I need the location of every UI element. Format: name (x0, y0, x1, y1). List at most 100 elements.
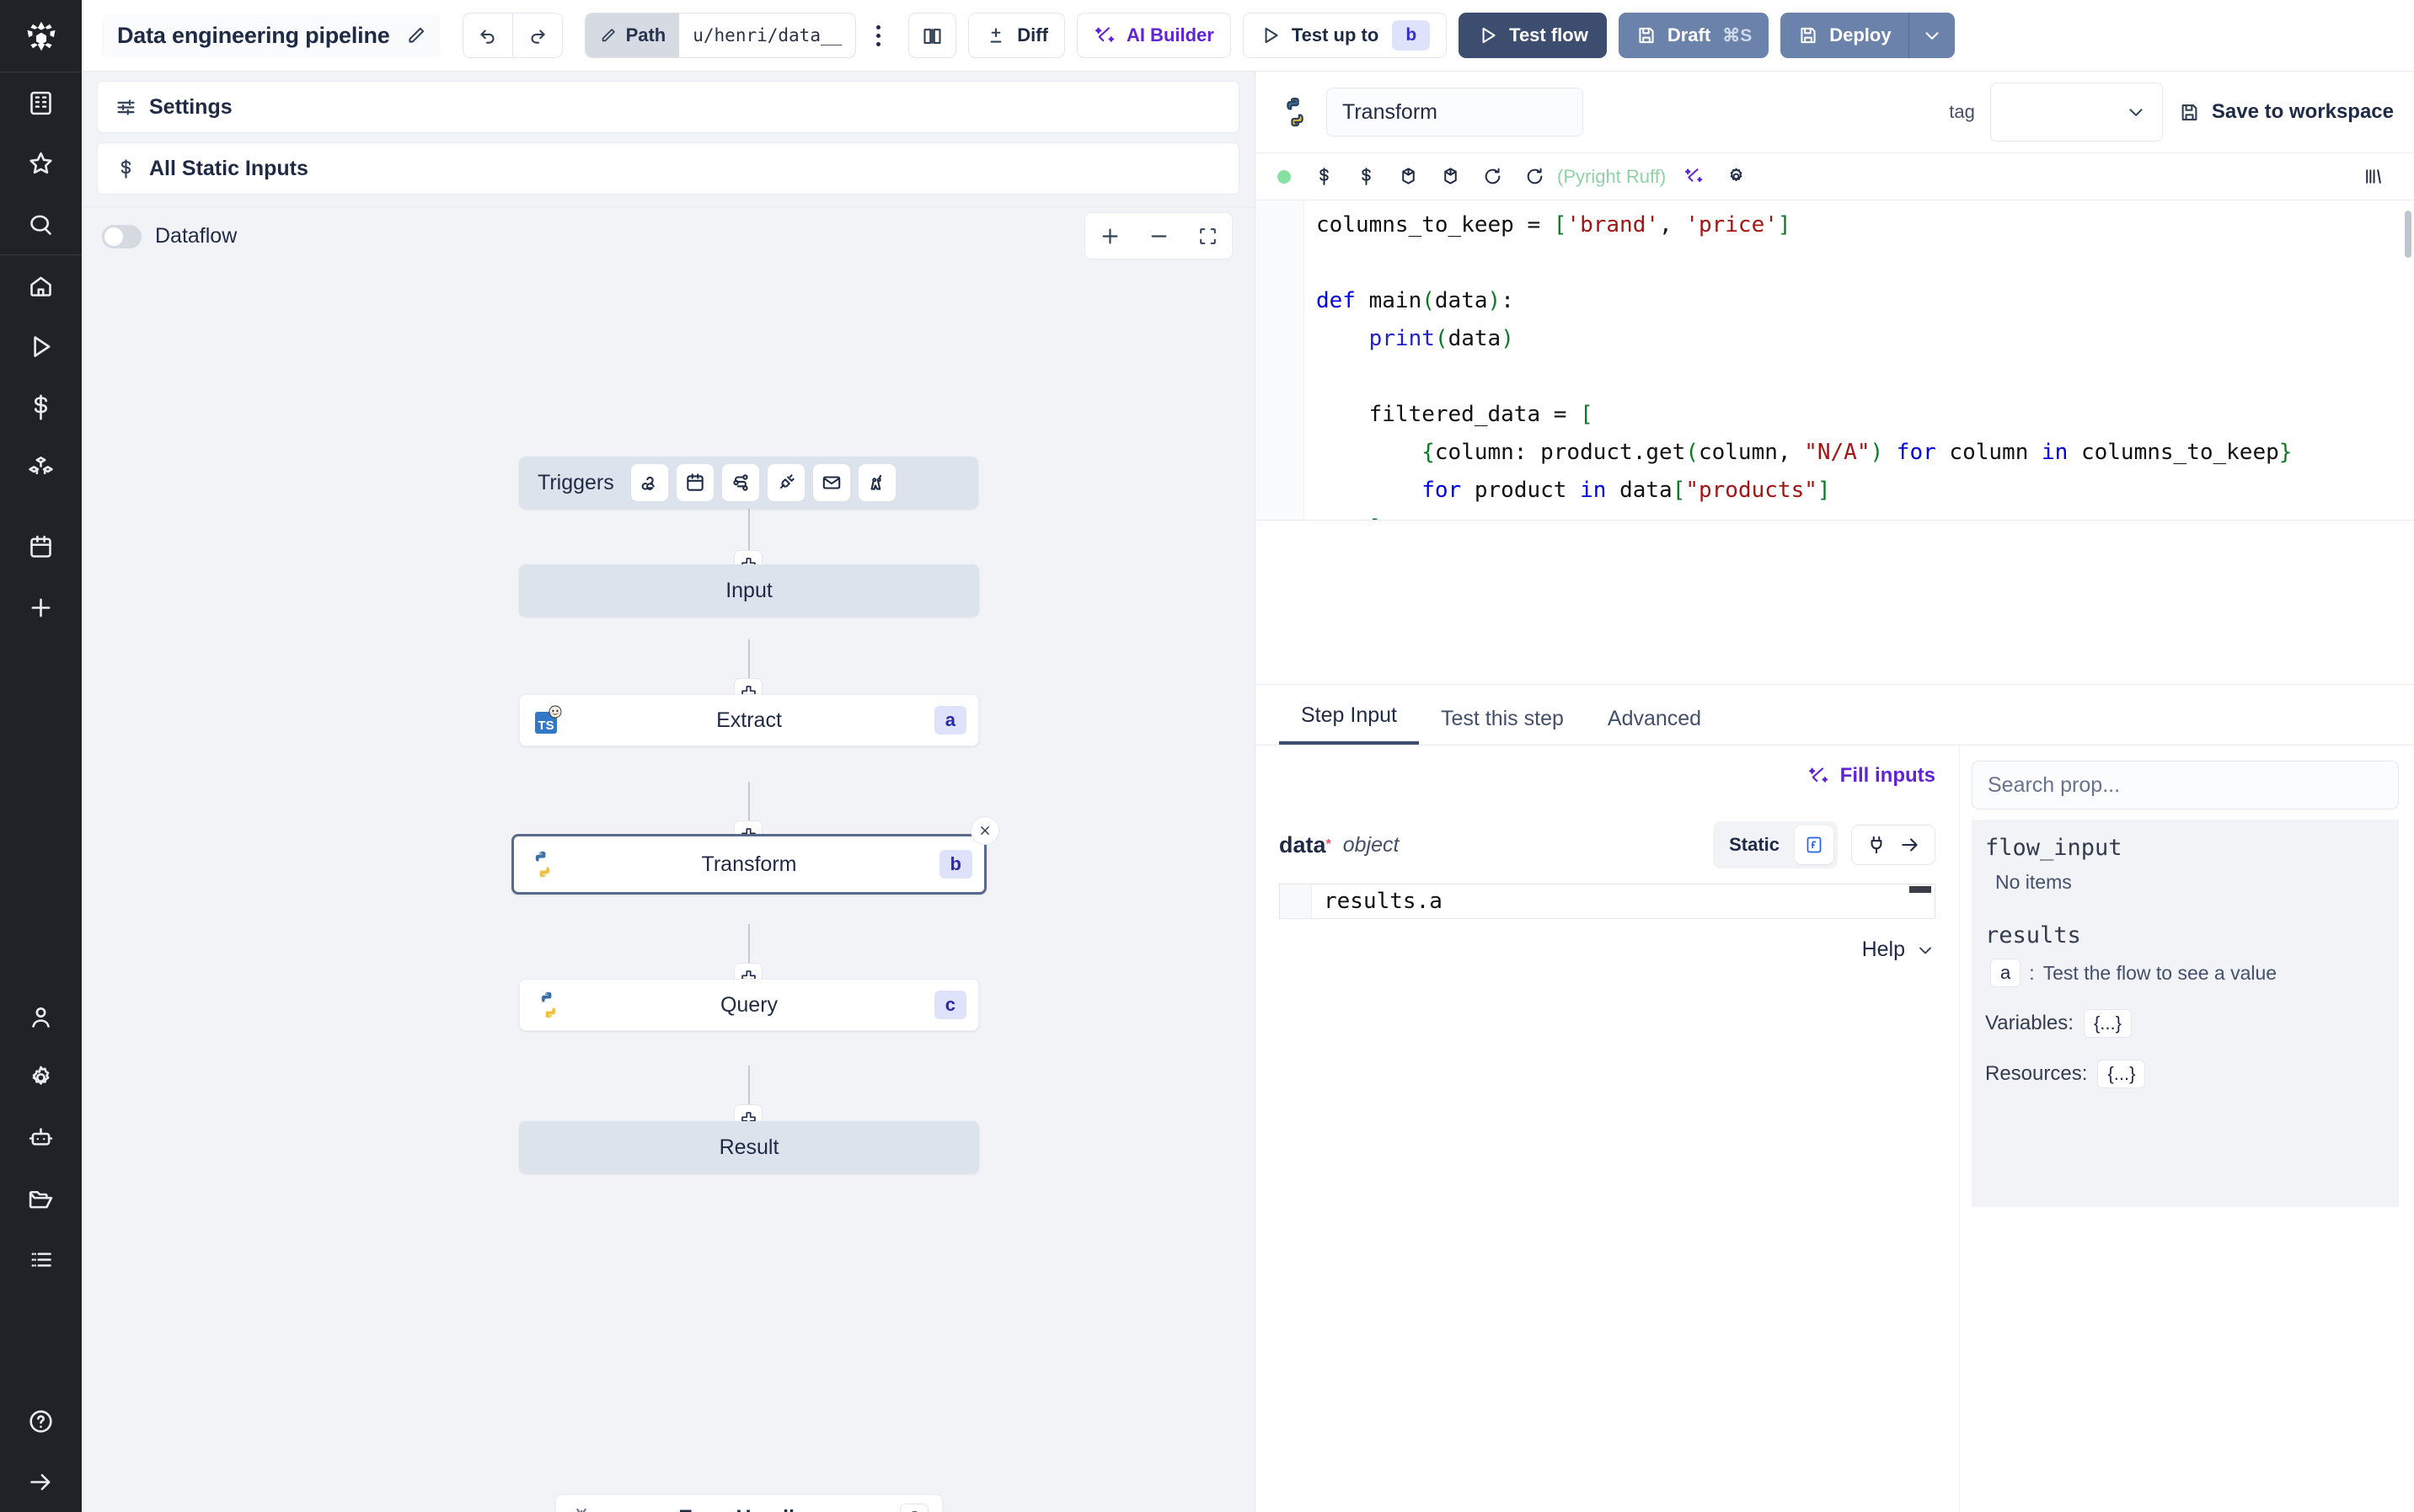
gear-icon[interactable] (1715, 157, 1757, 197)
sidebar-item-favorites[interactable] (0, 133, 82, 194)
refresh-icon[interactable] (1471, 157, 1513, 197)
editor-scrollbar[interactable] (2402, 200, 2414, 520)
websocket-plug-icon[interactable] (767, 464, 805, 501)
panel-layout-icon[interactable] (2352, 157, 2394, 197)
sidebar-item-home[interactable] (0, 255, 82, 316)
zoom-out-button[interactable] (1134, 213, 1183, 259)
sidebar-item-workspace[interactable] (0, 72, 82, 133)
deploy-dropdown-button[interactable] (1909, 13, 1955, 58)
webhook-icon[interactable] (630, 464, 668, 501)
resources-dollar-icon[interactable] (1345, 157, 1387, 197)
value-editor-gutter (1280, 884, 1312, 918)
save-to-workspace-button[interactable]: Save to workspace (2178, 100, 2394, 124)
tab-step-input[interactable]: Step Input (1279, 703, 1419, 745)
static-label[interactable]: Static (1717, 827, 1791, 863)
path-label-group[interactable]: Path (585, 13, 680, 57)
kebab-menu-icon (875, 24, 880, 46)
flow-node-query[interactable]: Query c (519, 979, 979, 1031)
ai-builder-button[interactable]: AI Builder (1076, 13, 1231, 58)
redo-button[interactable] (513, 13, 562, 57)
diff-button[interactable]: Diff (968, 13, 1065, 58)
dataflow-toggle[interactable] (102, 224, 142, 248)
props-group-flow-input[interactable]: flow_input (1985, 835, 2385, 861)
path-field[interactable]: Path u/henri/data_ (584, 13, 857, 58)
sidebar-item-account[interactable] (0, 986, 82, 1047)
props-variables-value[interactable]: {...} (2083, 1009, 2132, 1038)
value-editor-scrollbar[interactable] (1909, 886, 1931, 893)
sidebar-item-search[interactable] (0, 194, 82, 254)
fit-screen-button[interactable] (1183, 213, 1232, 259)
flow-node-tag: a (934, 706, 966, 735)
tab-test-this-step[interactable]: Test this step (1419, 707, 1586, 745)
more-options-button[interactable] (856, 13, 900, 57)
test-flow-button[interactable]: Test flow (1459, 13, 1607, 58)
flow-node-result[interactable]: Result (519, 1121, 979, 1173)
sidebar-item-folders[interactable] (0, 1168, 82, 1229)
poll-watch-icon[interactable] (858, 464, 896, 501)
sidebar-item-new[interactable] (0, 577, 82, 638)
argument-value-editor[interactable]: results.a (1279, 884, 1935, 919)
pencil-icon[interactable] (405, 24, 427, 46)
help-toggle[interactable]: Help (1862, 938, 1935, 962)
path-input[interactable]: u/henri/data_ (679, 13, 855, 57)
python-icon (527, 849, 558, 879)
step-name-input[interactable]: Transform (1326, 88, 1583, 136)
diff-label: Diff (1017, 24, 1048, 45)
step-tabs: Step Input Test this step Advanced (1255, 685, 2414, 745)
triggers-node[interactable]: Triggers (519, 457, 978, 509)
sidebar-item-workers[interactable] (0, 1108, 82, 1168)
flow-node-transform[interactable]: Transform b (511, 834, 987, 895)
email-icon[interactable] (812, 464, 850, 501)
test-up-to-button[interactable]: Test up to b (1242, 13, 1448, 58)
flow-canvas[interactable]: Triggers Input TS Extract a Transform b … (82, 265, 1255, 1512)
props-group-results[interactable]: results (1985, 922, 2385, 948)
flow-node-input[interactable]: Input (519, 564, 979, 617)
zoom-in-button[interactable] (1085, 213, 1134, 259)
sparkles-icon[interactable] (1673, 157, 1715, 197)
tab-advanced[interactable]: Advanced (1586, 707, 1723, 745)
sidebar-item-runs[interactable] (0, 316, 82, 377)
props-resources-value[interactable]: {...} (2097, 1060, 2146, 1088)
schedule-calendar-icon[interactable] (676, 464, 714, 501)
code-editor[interactable]: columns_to_keep = ['brand', 'price'] def… (1255, 200, 2414, 521)
sidebar-item-expand[interactable] (0, 1451, 82, 1512)
close-icon[interactable] (971, 816, 999, 845)
code-line: for product in data["products"] (1421, 478, 1831, 503)
connect-input-button[interactable] (1851, 825, 1935, 865)
fx-icon[interactable] (1795, 825, 1833, 864)
docs-button[interactable] (908, 13, 957, 58)
flow-node-extract[interactable]: TS Extract a (519, 694, 979, 746)
sidebar-item-help[interactable] (0, 1391, 82, 1451)
package-icon[interactable] (1387, 157, 1429, 197)
value-expression[interactable]: results.a (1312, 884, 1935, 918)
error-handler-add-button[interactable] (900, 1504, 929, 1512)
props-result-item[interactable]: a : Test the flow to see a value (1990, 959, 2385, 987)
route-icon[interactable] (721, 464, 759, 501)
windmill-logo-icon[interactable] (0, 0, 82, 72)
rail-group-footer (0, 1391, 82, 1512)
sidebar-item-audit-logs[interactable] (0, 1229, 82, 1290)
code-content[interactable]: columns_to_keep = ['brand', 'price'] def… (1304, 200, 2414, 520)
error-handler-node[interactable]: Error Handler (555, 1494, 943, 1512)
tag-select[interactable] (1989, 83, 2163, 142)
variables-dollar-icon[interactable] (1303, 157, 1345, 197)
draft-button[interactable]: Draft ⌘S (1618, 13, 1769, 58)
chevron-down-icon (1915, 940, 1935, 960)
dataflow-label: Dataflow (155, 224, 238, 248)
fill-inputs-button[interactable]: Fill inputs (1807, 764, 1935, 788)
settings-row[interactable]: Settings (97, 81, 1239, 133)
package-alt-icon[interactable] (1429, 157, 1471, 197)
path-label: Path (625, 24, 666, 45)
deploy-button[interactable]: Deploy (1780, 13, 1908, 58)
sidebar-item-settings[interactable] (0, 1047, 82, 1108)
reload-icon[interactable] (1513, 157, 1555, 197)
undo-button[interactable] (463, 13, 512, 57)
sidebar-item-resources[interactable] (0, 437, 82, 498)
sidebar-item-variables[interactable] (0, 377, 82, 437)
svg-text:TS: TS (538, 719, 554, 733)
flow-title-wrap[interactable]: Data engineering pipeline (102, 13, 441, 57)
sidebar-item-schedules[interactable] (0, 516, 82, 577)
rail-group-main (0, 255, 82, 498)
search-prop-input[interactable]: Search prop... (1972, 761, 2399, 809)
static-inputs-row[interactable]: All Static Inputs (97, 142, 1239, 195)
